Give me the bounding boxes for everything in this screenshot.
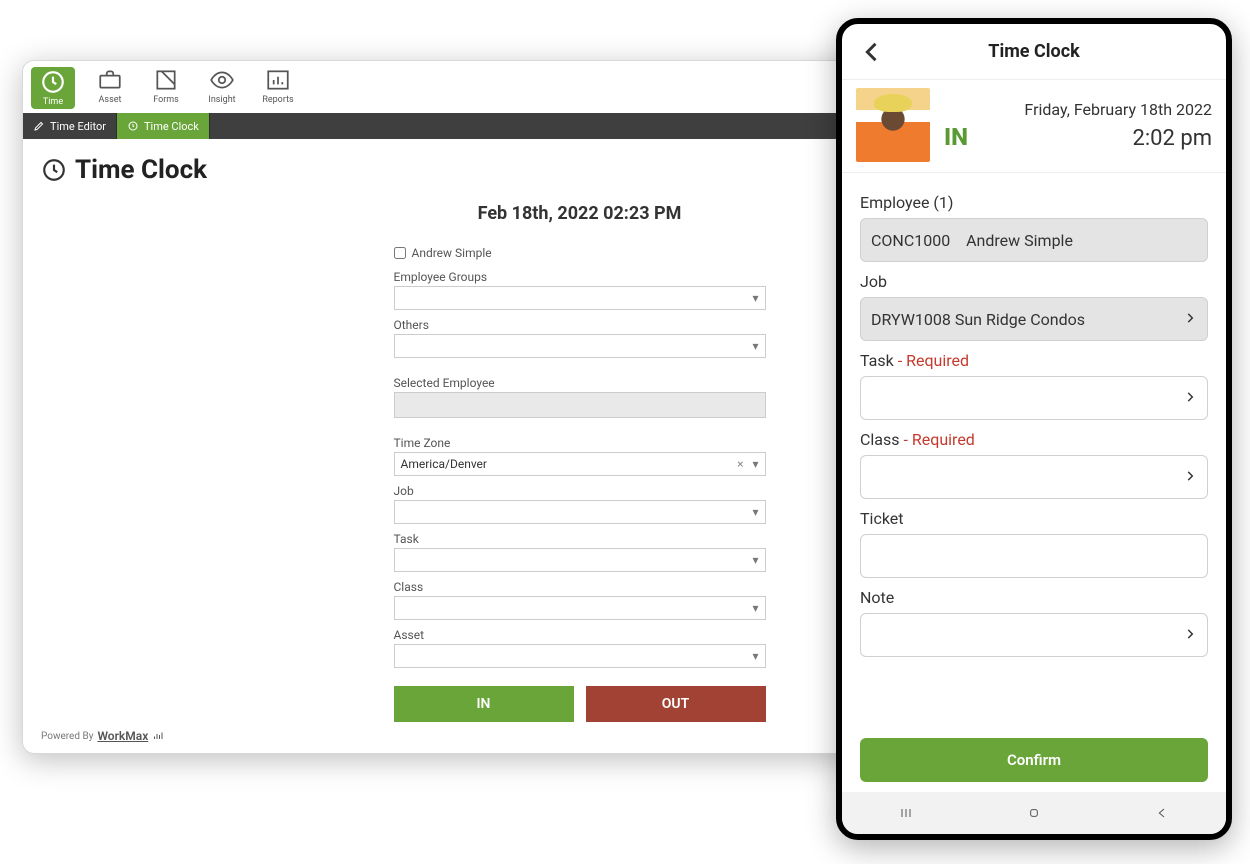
label-time-zone: Time Zone xyxy=(394,436,766,450)
label-task: Task xyxy=(394,532,766,546)
select-class[interactable]: ▾ xyxy=(394,596,766,620)
employee-field[interactable]: CONC1000 Andrew Simple xyxy=(860,218,1208,262)
chevron-down-icon: ▾ xyxy=(752,339,758,353)
bar-chart-icon xyxy=(262,67,294,93)
mobile-header: Time Clock xyxy=(842,24,1226,80)
label-note: Note xyxy=(860,588,1208,607)
status-time: 2:02 pm xyxy=(1132,126,1212,151)
select-job[interactable]: ▾ xyxy=(394,500,766,524)
chevron-down-icon: ▾ xyxy=(752,457,758,471)
module-reports-label: Reports xyxy=(262,95,293,105)
clear-time-zone-button[interactable]: × xyxy=(737,457,743,471)
home-icon xyxy=(1024,805,1044,821)
module-insight[interactable]: Insight xyxy=(201,67,243,105)
label-class: Class xyxy=(394,580,766,594)
module-insight-label: Insight xyxy=(208,95,235,105)
time-zone-value: America/Denver xyxy=(401,457,488,471)
chevron-down-icon: ▾ xyxy=(752,553,758,567)
chevron-right-icon xyxy=(1183,468,1197,487)
mobile-form: Employee (1) CONC1000 Andrew Simple Job … xyxy=(842,173,1226,698)
time-clock-form: Andrew Simple Employee Groups ▾ Others ▾… xyxy=(394,246,766,722)
module-time-label: Time xyxy=(43,97,63,107)
select-others[interactable]: ▾ xyxy=(394,334,766,358)
module-forms[interactable]: Forms xyxy=(145,67,187,105)
mobile-title: Time Clock xyxy=(988,41,1079,62)
tab-time-editor-label: Time Editor xyxy=(50,120,106,133)
clock-icon xyxy=(37,69,69,95)
status-in-label: IN xyxy=(944,123,968,151)
class-field[interactable] xyxy=(860,455,1208,499)
chevron-down-icon: ▾ xyxy=(752,649,758,663)
back-icon xyxy=(1152,805,1172,821)
powered-prefix: Powered By xyxy=(41,731,93,742)
pencil-square-icon xyxy=(150,67,182,93)
nav-home-button[interactable] xyxy=(1019,803,1049,823)
chevron-right-icon xyxy=(1183,389,1197,408)
label-selected-employee: Selected Employee xyxy=(394,376,766,390)
select-asset[interactable]: ▾ xyxy=(394,644,766,668)
mobile-window: Time Clock Friday, February 18th 2022 IN… xyxy=(836,18,1232,840)
briefcase-icon xyxy=(94,67,126,93)
status-date: Friday, February 18th 2022 xyxy=(944,100,1212,119)
page-title: Time Clock xyxy=(75,155,207,185)
label-job: Job xyxy=(394,484,766,498)
bar-chart-icon xyxy=(152,730,164,742)
employee-code: CONC1000 xyxy=(871,231,950,250)
nav-recents-button[interactable] xyxy=(891,803,921,823)
recents-icon xyxy=(896,805,916,821)
chevron-down-icon: ▾ xyxy=(752,291,758,305)
label-class: Class - Required xyxy=(860,430,1208,449)
tab-time-editor[interactable]: Time Editor xyxy=(23,113,117,139)
employee-avatar xyxy=(856,88,930,162)
tab-time-clock[interactable]: Time Clock xyxy=(117,113,210,139)
clock-icon xyxy=(41,157,67,183)
note-field[interactable] xyxy=(860,613,1208,657)
confirm-button[interactable]: Confirm xyxy=(860,738,1208,782)
label-job: Job xyxy=(860,272,1208,291)
ticket-field[interactable] xyxy=(860,534,1208,578)
chevron-right-icon xyxy=(1183,626,1197,645)
chevron-down-icon: ▾ xyxy=(752,505,758,519)
label-asset: Asset xyxy=(394,628,766,642)
employee-checkbox[interactable] xyxy=(394,247,406,259)
label-ticket: Ticket xyxy=(860,509,1208,528)
module-asset[interactable]: Asset xyxy=(89,67,131,105)
select-task[interactable]: ▾ xyxy=(394,548,766,572)
pencil-icon xyxy=(33,120,45,132)
clock-out-button[interactable]: OUT xyxy=(586,686,766,722)
job-field[interactable]: DRYW1008 Sun Ridge Condos xyxy=(860,297,1208,341)
in-out-button-row: IN OUT xyxy=(394,686,766,722)
nav-back-button[interactable] xyxy=(1147,803,1177,823)
chevron-left-icon xyxy=(858,38,886,66)
tab-time-clock-label: Time Clock xyxy=(144,120,199,133)
select-time-zone[interactable]: America/Denver × ▾ xyxy=(394,452,766,476)
employee-checkbox-row[interactable]: Andrew Simple xyxy=(394,246,766,260)
chevron-right-icon xyxy=(1183,310,1197,329)
selected-employee-display xyxy=(394,392,766,418)
label-others: Others xyxy=(394,318,766,332)
label-employee: Employee (1) xyxy=(860,193,1208,212)
module-forms-label: Forms xyxy=(153,95,179,105)
clock-in-button[interactable]: IN xyxy=(394,686,574,722)
label-task: Task - Required xyxy=(860,351,1208,370)
powered-by: Powered By WorkMax xyxy=(41,729,164,743)
chevron-down-icon: ▾ xyxy=(752,601,758,615)
android-navbar xyxy=(842,792,1226,834)
task-field[interactable] xyxy=(860,376,1208,420)
powered-brand[interactable]: WorkMax xyxy=(97,729,148,743)
select-employee-groups[interactable]: ▾ xyxy=(394,286,766,310)
back-button[interactable] xyxy=(858,38,886,66)
module-time[interactable]: Time xyxy=(31,67,75,109)
module-reports[interactable]: Reports xyxy=(257,67,299,105)
eye-icon xyxy=(206,67,238,93)
label-employee-groups: Employee Groups xyxy=(394,270,766,284)
employee-name: Andrew Simple xyxy=(966,231,1073,250)
clock-icon xyxy=(127,120,139,132)
job-value: DRYW1008 Sun Ridge Condos xyxy=(871,310,1085,329)
mobile-status-row: Friday, February 18th 2022 IN 2:02 pm xyxy=(842,80,1226,173)
employee-checkbox-label: Andrew Simple xyxy=(412,246,492,260)
module-asset-label: Asset xyxy=(99,95,122,105)
